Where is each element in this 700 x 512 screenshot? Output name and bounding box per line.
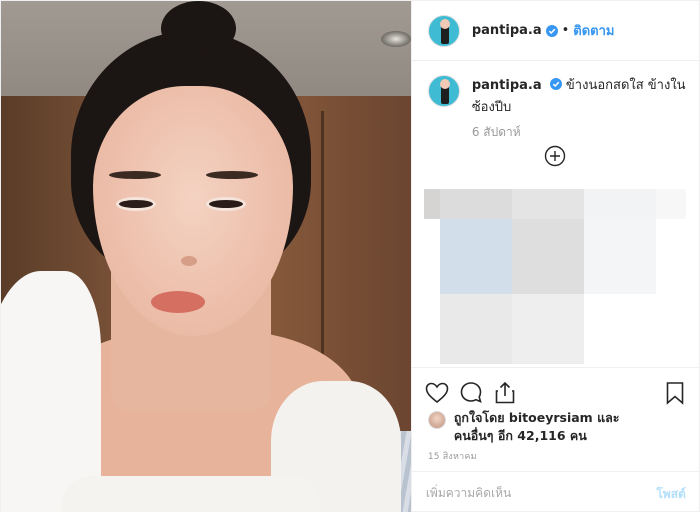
separator-dot: • bbox=[561, 23, 570, 38]
liker-avatar[interactable] bbox=[427, 411, 446, 429]
liker-username[interactable]: bitoeyrsiam bbox=[509, 410, 593, 425]
post-photo[interactable] bbox=[1, 1, 411, 512]
action-bar bbox=[411, 367, 700, 413]
verified-badge-icon bbox=[549, 78, 562, 90]
header-username[interactable]: pantipa.a bbox=[472, 23, 542, 38]
post-date[interactable]: 15 สิงหาคม bbox=[428, 449, 477, 463]
blurred-area bbox=[439, 189, 512, 219]
eye-right bbox=[206, 197, 246, 211]
blurred-area bbox=[655, 189, 686, 219]
likes-prefix: ถูกใจโดย bbox=[453, 410, 505, 425]
caption-avatar[interactable] bbox=[427, 75, 460, 107]
hair-bun bbox=[161, 1, 236, 56]
blurred-area bbox=[439, 294, 512, 364]
likes-suffix: คน bbox=[569, 428, 587, 443]
blurred-area bbox=[511, 189, 584, 219]
plus-circle-icon[interactable] bbox=[544, 145, 566, 167]
post-comment-button[interactable]: โพสต์ bbox=[656, 485, 685, 504]
blurred-area bbox=[583, 219, 656, 294]
avatar[interactable] bbox=[427, 14, 460, 47]
nose bbox=[181, 256, 197, 266]
blurred-area bbox=[439, 219, 512, 294]
likes-text: ถูกใจโดย bitoeyrsiam และ คนอื่นๆ อีก 42,… bbox=[454, 409, 620, 445]
bookmark-icon[interactable] bbox=[662, 380, 688, 406]
blouse-bottom bbox=[61, 476, 321, 512]
post-header: pantipa.a • ติดตาม bbox=[411, 1, 700, 61]
blurred-area bbox=[511, 219, 584, 294]
likes-others-prefix: คนอื่นๆ อีก bbox=[453, 428, 513, 443]
likes-and: และ bbox=[597, 410, 620, 425]
instagram-post: pantipa.a • ติดตาม pantipa.a ข้างนอกสดใส… bbox=[0, 0, 700, 512]
post-sidebar: pantipa.a • ติดตาม pantipa.a ข้างนอกสดใส… bbox=[410, 1, 700, 512]
caption-comment: pantipa.a ข้างนอกสดใส ข้างในซ้องปีบ bbox=[427, 75, 690, 119]
likes-summary: ถูกใจโดย bitoeyrsiam และ คนอื่นๆ อีก 42,… bbox=[427, 409, 620, 445]
heart-icon[interactable] bbox=[424, 380, 450, 406]
blurred-area bbox=[511, 294, 584, 364]
caption-username[interactable]: pantipa.a bbox=[472, 78, 542, 93]
caption-body: pantipa.a ข้างนอกสดใส ข้างในซ้องปีบ bbox=[472, 75, 690, 119]
eyebrow-left bbox=[109, 171, 161, 179]
likes-count: 42,116 bbox=[517, 428, 566, 443]
eye-left bbox=[116, 197, 156, 211]
comment-bar: โพสต์ bbox=[411, 471, 700, 512]
likes-others[interactable]: คนอื่นๆ อีก 42,116 คน bbox=[454, 427, 620, 445]
comment-input[interactable] bbox=[425, 482, 626, 504]
blurred-area bbox=[423, 189, 440, 219]
follow-button[interactable]: ติดตาม bbox=[573, 20, 614, 41]
eyebrow-right bbox=[206, 171, 258, 179]
verified-badge-icon bbox=[545, 24, 558, 37]
blurred-area bbox=[583, 189, 656, 219]
comment-bubble-icon[interactable] bbox=[458, 380, 484, 406]
share-icon[interactable] bbox=[492, 380, 518, 406]
lips bbox=[151, 291, 205, 313]
ceiling-lamp bbox=[381, 31, 411, 47]
caption-time[interactable]: 6 สัปดาห์ bbox=[472, 123, 521, 142]
